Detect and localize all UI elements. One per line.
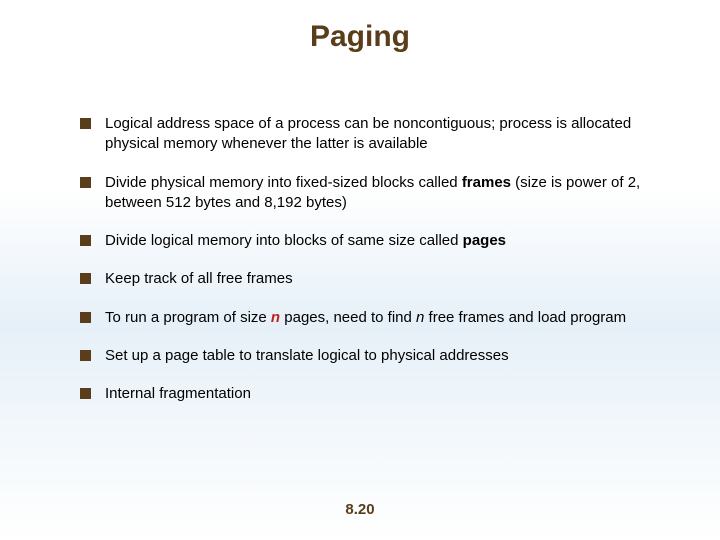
slide-title: Paging: [0, 0, 720, 54]
text-span: pages, need to find: [280, 309, 416, 326]
bullet-text: Set up a page table to translate logical…: [105, 346, 650, 366]
text-span: To run a program of size: [105, 309, 271, 326]
square-bullet-icon: [80, 388, 91, 399]
square-bullet-icon: [80, 235, 91, 246]
square-bullet-icon: [80, 177, 91, 188]
text-span: Internal fragmentation: [105, 385, 251, 402]
bullet-item: Logical address space of a process can b…: [80, 114, 650, 155]
square-bullet-icon: [80, 118, 91, 129]
text-span: Logical address space of a process can b…: [105, 115, 631, 152]
square-bullet-icon: [80, 273, 91, 284]
text-span: n: [271, 309, 280, 326]
bullet-text: Divide logical memory into blocks of sam…: [105, 231, 650, 251]
bullet-item: Keep track of all free frames: [80, 269, 650, 289]
bullet-item: Set up a page table to translate logical…: [80, 346, 650, 366]
bullet-item: To run a program of size n pages, need t…: [80, 308, 650, 328]
text-span: Set up a page table to translate logical…: [105, 347, 509, 364]
square-bullet-icon: [80, 312, 91, 323]
square-bullet-icon: [80, 350, 91, 361]
bullet-text: To run a program of size n pages, need t…: [105, 308, 650, 328]
text-span: Divide physical memory into fixed-sized …: [105, 174, 462, 191]
bullet-item: Divide logical memory into blocks of sam…: [80, 231, 650, 251]
bullet-text: Keep track of all free frames: [105, 269, 650, 289]
text-span: frames: [462, 174, 511, 191]
bullet-item: Internal fragmentation: [80, 384, 650, 404]
text-span: free frames and load program: [424, 309, 626, 326]
bullet-text: Divide physical memory into fixed-sized …: [105, 173, 650, 214]
text-span: Divide logical memory into blocks of sam…: [105, 232, 463, 249]
bullet-text: Internal fragmentation: [105, 384, 650, 404]
slide: Paging Logical address space of a proces…: [0, 0, 720, 540]
text-span: pages: [463, 232, 506, 249]
text-span: Keep track of all free frames: [105, 270, 293, 287]
slide-content: Logical address space of a process can b…: [0, 54, 720, 404]
bullet-item: Divide physical memory into fixed-sized …: [80, 173, 650, 214]
bullet-text: Logical address space of a process can b…: [105, 114, 650, 155]
slide-number: 8.20: [0, 501, 720, 518]
